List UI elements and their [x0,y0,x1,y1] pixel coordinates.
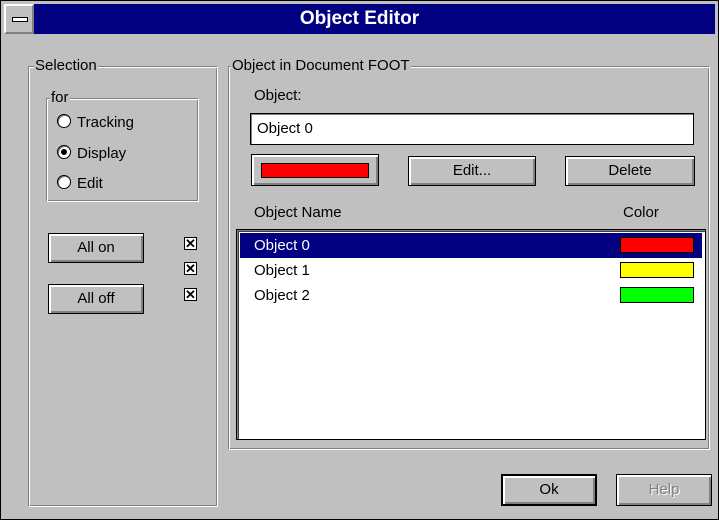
list-item-name: Object 1 [254,262,310,279]
title-bar[interactable]: Object Editor [4,4,715,34]
list-item-color-swatch [620,287,694,303]
system-menu-button[interactable] [4,4,34,34]
visibility-checkbox-1[interactable]: ✕ [184,262,197,275]
ok-button[interactable]: Ok [501,474,597,506]
color-button[interactable] [251,154,379,186]
delete-button[interactable]: Delete [565,156,695,186]
object-editor-window: Object Editor Selection for Tracking Dis… [0,0,719,520]
for-group-label: for [50,89,70,106]
list-item-color-swatch [620,237,694,253]
object-list[interactable]: Object 0 Object 1 Object 2 [236,229,706,440]
help-button[interactable]: Help [616,474,712,506]
list-item-color-swatch [620,262,694,278]
all-on-button[interactable]: All on [48,233,144,263]
column-header-color: Color [623,204,659,221]
object-field-label: Object: [254,87,302,104]
radio-tracking[interactable]: Tracking [57,113,134,133]
list-item-name: Object 2 [254,287,310,304]
object-group-label: Object in Document FOOT [231,57,411,74]
list-item-name: Object 0 [254,237,310,254]
list-item[interactable]: Object 2 [240,283,702,308]
current-color-swatch [261,163,369,178]
list-item[interactable]: Object 0 [240,233,702,258]
visibility-checkbox-2[interactable]: ✕ [184,288,197,301]
list-item[interactable]: Object 1 [240,258,702,283]
radio-tracking-indicator[interactable] [57,114,71,128]
radio-edit[interactable]: Edit [57,174,103,194]
radio-edit-label: Edit [77,175,103,192]
edit-button[interactable]: Edit... [408,156,536,186]
radio-edit-indicator[interactable] [57,175,71,189]
selection-group-label: Selection [34,57,98,74]
system-menu-icon [12,17,28,22]
radio-display-indicator[interactable] [57,145,71,159]
column-header-name: Object Name [254,204,342,221]
radio-display-label: Display [77,145,127,162]
radio-display[interactable]: Display [57,144,126,164]
visibility-checkbox-0[interactable]: ✕ [184,237,197,250]
radio-tracking-label: Tracking [77,114,134,131]
window-title: Object Editor [299,8,420,29]
all-off-button[interactable]: All off [48,284,144,314]
object-name-input[interactable]: Object 0 [250,113,694,145]
